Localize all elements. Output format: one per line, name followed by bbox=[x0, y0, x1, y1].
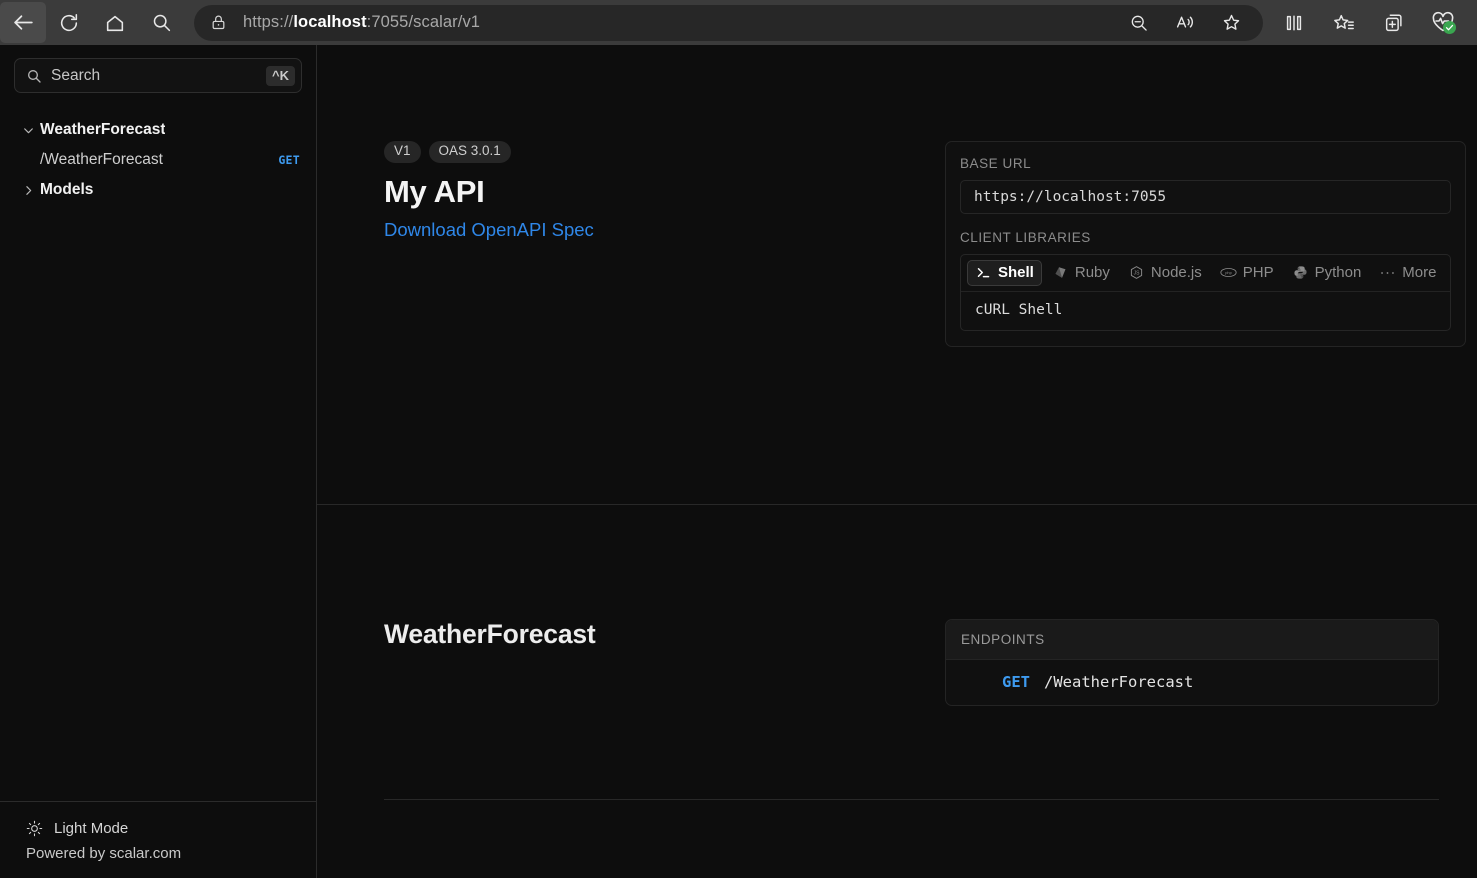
tab-label: PHP bbox=[1242, 264, 1274, 281]
endpoint-row[interactable]: GET /WeatherForecast bbox=[946, 660, 1438, 705]
base-url-label: BASE URL bbox=[960, 156, 1032, 171]
page-title: My API bbox=[384, 173, 485, 209]
home-button[interactable] bbox=[92, 2, 138, 43]
server-card: BASE URL https://localhost:7055 CLIENT L… bbox=[945, 141, 1467, 347]
code-snippet: cURL Shell bbox=[975, 302, 1063, 318]
sidebar-item-label: Models bbox=[40, 181, 94, 198]
sidebar-item-weatherforecast-endpoint[interactable]: /WeatherForecast GET bbox=[0, 145, 316, 175]
ruby-gem-icon bbox=[1052, 265, 1069, 280]
main-content: V1 OAS 3.0.1 My API Download OpenAPI Spe… bbox=[317, 45, 1477, 878]
url-host: localhost bbox=[293, 13, 367, 31]
tab-label: Shell bbox=[998, 264, 1034, 281]
sidebar-footer: Light Mode Powered by scalar.com bbox=[0, 801, 316, 878]
light-mode-label: Light Mode bbox=[54, 820, 129, 837]
tab-nodejs[interactable]: JS Node.js bbox=[1120, 260, 1210, 286]
sidebar: Search ^K WeatherForecast /WeatherForeca… bbox=[0, 45, 317, 878]
powered-by-link[interactable]: Powered by scalar.com bbox=[26, 845, 316, 862]
reload-button[interactable] bbox=[46, 2, 92, 43]
split-screen-icon[interactable] bbox=[1269, 2, 1319, 43]
tab-label: Ruby bbox=[1074, 264, 1110, 281]
version-badge: V1 bbox=[384, 141, 421, 163]
endpoints-panel: ENDPOINTS GET /WeatherForecast bbox=[945, 619, 1439, 706]
light-mode-toggle[interactable]: Light Mode bbox=[26, 820, 316, 837]
search-shortcut-badge: ^K bbox=[266, 65, 295, 86]
api-intro-right: BASE URL https://localhost:7055 CLIENT L… bbox=[939, 141, 1467, 504]
tab-label: Node.js bbox=[1150, 264, 1202, 281]
svg-text:php: php bbox=[1225, 270, 1231, 275]
python-snakes-icon bbox=[1292, 265, 1309, 280]
search-icon bbox=[26, 68, 42, 84]
scalar-api-reference: Search ^K WeatherForecast /WeatherForeca… bbox=[0, 45, 1477, 878]
browser-toolbar: https://localhost:7055/scalar/v1 bbox=[0, 0, 1477, 45]
search-icon[interactable] bbox=[138, 2, 184, 43]
base-url-value: https://localhost:7055 bbox=[974, 189, 1167, 205]
tab-shell[interactable]: Shell bbox=[967, 260, 1042, 286]
sun-icon bbox=[26, 820, 43, 837]
sidebar-nav-tree: WeatherForecast /WeatherForecast GET Mod… bbox=[0, 93, 316, 801]
base-url-field[interactable]: https://localhost:7055 bbox=[960, 180, 1452, 214]
endpoints-label: ENDPOINTS bbox=[946, 620, 1438, 660]
favorites-list-icon[interactable] bbox=[1319, 2, 1369, 43]
api-intro-left: V1 OAS 3.0.1 My API Download OpenAPI Spe… bbox=[384, 141, 939, 504]
address-bar-actions bbox=[1117, 6, 1253, 40]
health-check-badge bbox=[1443, 20, 1456, 34]
oas-badge: OAS 3.0.1 bbox=[428, 141, 511, 163]
tag-title: WeatherForecast bbox=[384, 619, 596, 649]
sidebar-item-models-group[interactable]: Models bbox=[0, 175, 316, 205]
tab-python[interactable]: Python bbox=[1284, 260, 1370, 286]
lock-icon bbox=[210, 14, 227, 31]
endpoint-method: GET bbox=[1002, 673, 1030, 691]
api-intro-section: V1 OAS 3.0.1 My API Download OpenAPI Spe… bbox=[317, 45, 1477, 504]
chevron-right-icon bbox=[22, 184, 40, 197]
address-bar[interactable]: https://localhost:7055/scalar/v1 bbox=[194, 4, 1263, 41]
zoom-out-icon[interactable] bbox=[1117, 6, 1161, 40]
sidebar-item-label: WeatherForecast bbox=[40, 121, 166, 138]
search-input[interactable]: Search ^K bbox=[14, 58, 302, 93]
address-bar-text: https://localhost:7055/scalar/v1 bbox=[243, 13, 480, 32]
shell-prompt-icon bbox=[975, 265, 992, 280]
svg-text:JS: JS bbox=[1133, 271, 1140, 277]
sidebar-item-weatherforecast-group[interactable]: WeatherForecast bbox=[0, 115, 316, 145]
back-button[interactable] bbox=[0, 2, 46, 43]
chevron-down-icon bbox=[22, 124, 40, 137]
url-path: :7055/scalar/v1 bbox=[366, 13, 481, 31]
sidebar-search-area: Search ^K bbox=[0, 45, 316, 93]
nodejs-hexagon-icon: JS bbox=[1128, 265, 1145, 280]
api-badges: V1 OAS 3.0.1 bbox=[384, 141, 939, 163]
browser-essentials-icon[interactable] bbox=[1419, 2, 1469, 43]
collections-icon[interactable] bbox=[1369, 2, 1419, 43]
tab-label: More bbox=[1402, 264, 1437, 281]
tag-section-right: ENDPOINTS GET /WeatherForecast bbox=[939, 619, 1439, 706]
endpoint-path: /WeatherForecast bbox=[1044, 673, 1194, 691]
sidebar-item-label: /WeatherForecast bbox=[40, 151, 163, 168]
php-elephant-icon: php bbox=[1220, 265, 1237, 280]
browser-right-actions bbox=[1269, 2, 1477, 43]
operation-divider bbox=[384, 799, 1439, 800]
weatherforecast-section: WeatherForecast ENDPOINTS GET /WeatherFo… bbox=[317, 505, 1477, 706]
search-placeholder: Search bbox=[51, 66, 101, 84]
read-aloud-icon[interactable] bbox=[1163, 6, 1207, 40]
favorite-star-icon[interactable] bbox=[1209, 6, 1253, 40]
download-openapi-spec-link[interactable]: Download OpenAPI Spec bbox=[384, 219, 594, 240]
url-scheme: https:// bbox=[243, 13, 294, 31]
tag-section-left: WeatherForecast bbox=[384, 619, 939, 706]
sidebar-method-badge: GET bbox=[278, 153, 300, 167]
tab-php[interactable]: php PHP bbox=[1212, 260, 1282, 286]
tab-ruby[interactable]: Ruby bbox=[1044, 260, 1118, 286]
tab-label: Python bbox=[1314, 264, 1362, 281]
client-library-tabs: Shell Ruby JS Node.js php PHP Python Mor… bbox=[961, 255, 1451, 292]
tab-more[interactable]: More bbox=[1371, 260, 1444, 286]
client-libraries-box: Shell Ruby JS Node.js php PHP Python Mor… bbox=[960, 254, 1452, 331]
ellipsis-icon bbox=[1379, 269, 1396, 277]
client-libraries-label: CLIENT LIBRARIES bbox=[960, 230, 1091, 245]
